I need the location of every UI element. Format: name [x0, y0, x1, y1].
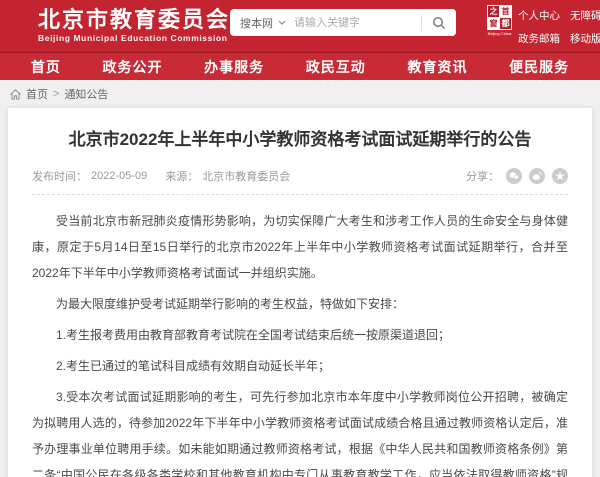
quick-links: 个人中心 无障碍 政务邮箱 移动版 — [518, 8, 596, 46]
seal-char: 之 — [488, 6, 499, 17]
home-icon — [10, 89, 21, 100]
search-scope-label: 搜本网 — [240, 15, 273, 31]
breadcrumb-separator: > — [53, 88, 59, 100]
article-meta-row: 发布时间： 2022-05-09 来源： 北京市教育委员会 分享： — [26, 168, 574, 184]
search-icon — [432, 16, 446, 30]
article-card: 北京市2022年上半年中小学教师资格考试面试延期举行的公告 发布时间： 2022… — [8, 108, 592, 477]
source-value: 北京市教育委员会 — [202, 168, 290, 184]
article-list-item: 3.受本次考试面试延期影响的考生，可先行参加北京市本年度中小学教师岗位公开招聘，… — [32, 384, 568, 477]
search-button[interactable] — [422, 9, 456, 36]
article-body: 受当前北京市新冠肺炎疫情形势影响，为切实保障广大考生和涉考工作人员的生命安全与身… — [26, 195, 574, 477]
breadcrumb-current: 通知公告 — [64, 86, 108, 102]
share-qzone-icon[interactable] — [552, 168, 568, 184]
article-meta: 发布时间： 2022-05-09 来源： 北京市教育委员会 — [32, 168, 290, 184]
breadcrumb-home-link[interactable]: 首页 — [26, 86, 48, 102]
link-accessibility[interactable]: 无障碍 — [570, 8, 600, 23]
nav-item-services[interactable]: 办事服务 — [204, 57, 264, 77]
seal-char: 都 — [500, 18, 511, 29]
nav-item-home[interactable]: 首页 — [31, 57, 61, 77]
seal-char: 窗 — [488, 18, 499, 29]
share-area: 分享： — [466, 168, 568, 184]
link-gov-mailbox[interactable]: 政务邮箱 — [518, 31, 560, 46]
site-header: 北京市教育委员会 Beijing Municipal Education Com… — [0, 0, 600, 52]
chevron-down-icon — [278, 20, 286, 25]
capital-window-seal-logo[interactable]: 之 首 窗 都 Beijing·China — [487, 5, 512, 36]
site-logo-subtitle: Beijing Municipal Education Commission — [38, 32, 230, 44]
search-box: 搜本网 — [230, 9, 456, 36]
link-personal-center[interactable]: 个人中心 — [518, 8, 560, 23]
site-logo-title: 北京市教育委员会 — [38, 8, 230, 32]
source-label: 来源： — [165, 168, 198, 184]
share-label: 分享： — [466, 168, 499, 184]
share-weibo-icon[interactable] — [529, 168, 545, 184]
main-nav: 首页 政务公开 办事服务 政民互动 教育资讯 便民服务 — [0, 52, 600, 80]
publish-time-value: 2022-05-09 — [91, 170, 147, 182]
article-list-item: 1.考生报考费用由教育部教育考试院在全国考试结束后统一按原渠道退回； — [32, 322, 568, 348]
link-mobile-version[interactable]: 移动版 — [570, 31, 600, 46]
nav-item-convenience[interactable]: 便民服务 — [509, 57, 569, 77]
publish-time-label: 发布时间： — [32, 168, 87, 184]
nav-item-gov-info[interactable]: 政务公开 — [102, 57, 162, 77]
article-paragraph: 受当前北京市新冠肺炎疫情形势影响，为切实保障广大考生和涉考工作人员的生命安全与身… — [32, 208, 568, 286]
article-paragraph: 为最大限度维护受考试延期举行影响的考生权益，特做如下安排： — [32, 291, 568, 317]
seal-char: 首 — [500, 6, 511, 17]
breadcrumb: 首页 > 通知公告 — [0, 80, 600, 108]
search-input[interactable] — [294, 17, 421, 29]
site-logo[interactable]: 北京市教育委员会 Beijing Municipal Education Com… — [38, 8, 230, 44]
nav-item-interaction[interactable]: 政民互动 — [306, 57, 366, 77]
seal-grid: 之 首 窗 都 — [487, 5, 512, 30]
search-scope-selector[interactable]: 搜本网 — [230, 15, 294, 31]
share-wechat-icon[interactable] — [506, 168, 522, 184]
article-title: 北京市2022年上半年中小学教师资格考试面试延期举行的公告 — [26, 122, 574, 152]
nav-item-edu-news[interactable]: 教育资讯 — [407, 57, 467, 77]
article-list-item: 2.考生已通过的笔试科目成绩有效期自动延长半年； — [32, 353, 568, 379]
seal-caption: Beijing·China — [487, 31, 512, 36]
